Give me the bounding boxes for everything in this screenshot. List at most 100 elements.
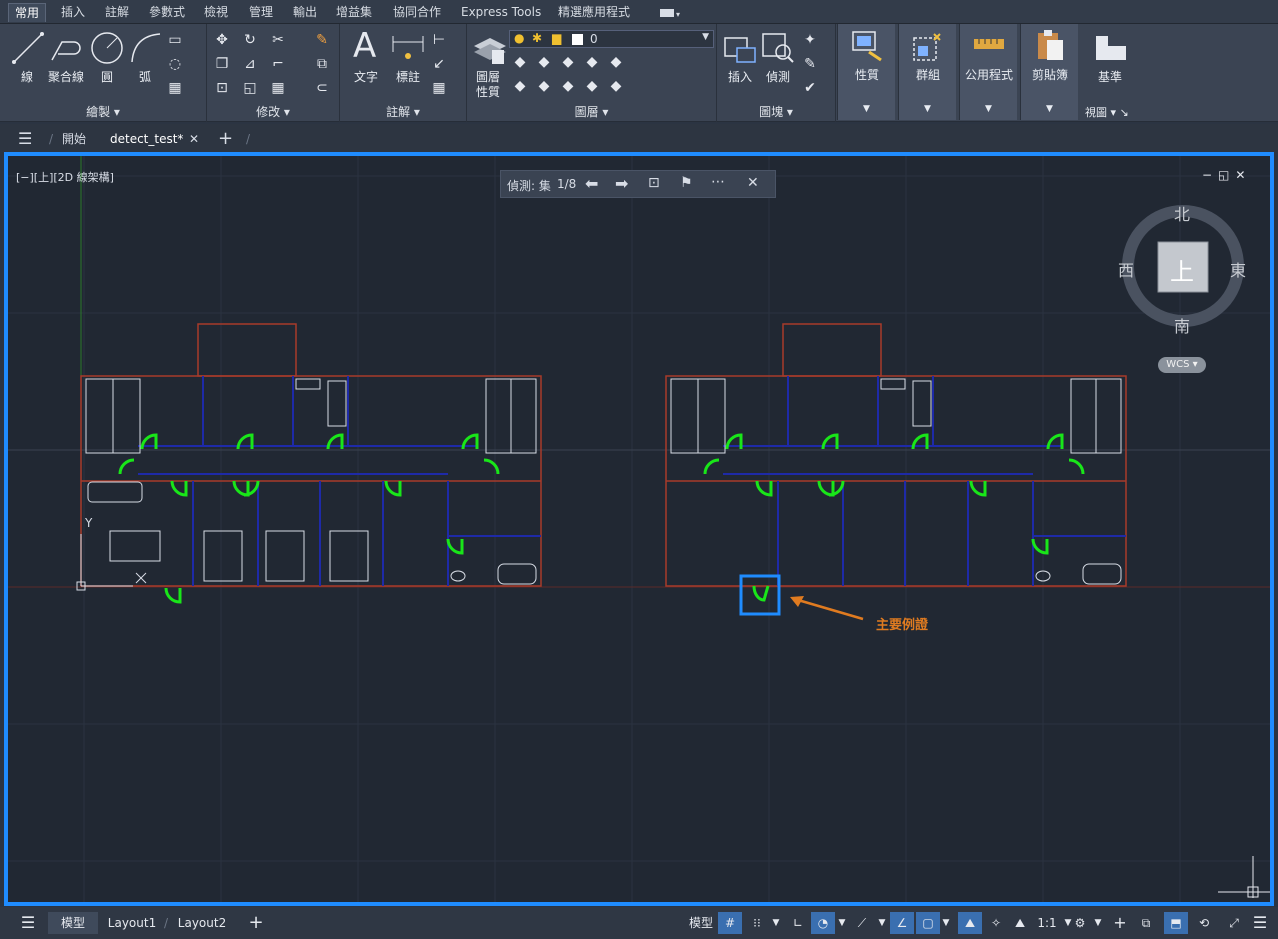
explode-icon[interactable]: ⧉	[313, 56, 331, 74]
auto-scale-icon[interactable]: ✧	[984, 912, 1008, 934]
viewcube-south[interactable]: 南	[1174, 313, 1190, 337]
block-edit-icon[interactable]: ✎	[801, 56, 819, 74]
line-icon[interactable]	[10, 30, 46, 66]
arc-icon[interactable]	[128, 30, 164, 66]
groups-button[interactable]: 群組 ▼	[898, 24, 956, 120]
viewcube-north[interactable]: 北	[1174, 201, 1190, 225]
close-tab-icon[interactable]: ✕	[189, 128, 199, 150]
wcs-dropdown[interactable]: WCS ▾	[1158, 357, 1206, 373]
trim-icon[interactable]: ✂	[269, 32, 287, 50]
offset-icon[interactable]: ⊂	[313, 80, 331, 98]
viewcube-top-face[interactable]: 上	[1170, 252, 1194, 287]
tab-annotate[interactable]: 註解	[99, 3, 135, 22]
snap-icon[interactable]: ⁝⁝	[744, 912, 770, 934]
hamburger-menu-icon[interactable]: ☰	[16, 912, 40, 934]
chevron-down-icon[interactable]: ▼	[836, 912, 848, 934]
viewport-window-controls[interactable]: −◱✕	[1202, 168, 1251, 182]
layer-tool-5-icon[interactable]: ◆	[607, 54, 625, 72]
layer-tool-3-icon[interactable]: ◆	[559, 54, 577, 72]
linear-dim-icon[interactable]: ⊢	[430, 32, 448, 50]
properties-button[interactable]: 性質 ▼	[837, 24, 895, 120]
erase-icon[interactable]: ✎	[313, 32, 331, 50]
annotation-panel-title[interactable]: 註解 ▾	[340, 104, 466, 120]
leader-icon[interactable]: ↙	[430, 56, 448, 74]
line-label[interactable]: 線	[21, 68, 33, 85]
add-layout-button[interactable]: +	[244, 912, 268, 934]
tab-output[interactable]: 輸出	[287, 3, 323, 22]
block-create-icon[interactable]: ✦	[801, 32, 819, 50]
base-label[interactable]: 基準	[1098, 68, 1122, 85]
flag-icon[interactable]: ⚑	[680, 175, 693, 191]
fillet-icon[interactable]: ⌐	[269, 56, 287, 74]
table-icon[interactable]: ▦	[430, 80, 448, 98]
layer-tool-7-icon[interactable]: ◆	[535, 78, 553, 96]
hatch-icon[interactable]: ◌	[166, 56, 184, 74]
file-tab-label[interactable]: detect_test*	[110, 128, 183, 150]
stretch-icon[interactable]: ⊡	[213, 80, 231, 98]
layer-tool-6-icon[interactable]: ◆	[511, 78, 529, 96]
detect-icon[interactable]	[761, 30, 795, 64]
new-tab-button[interactable]: +	[218, 128, 233, 150]
scale-icon[interactable]: ◱	[241, 80, 259, 98]
more-options-icon[interactable]: ⋯	[711, 174, 725, 190]
insert-block-icon[interactable]	[723, 30, 757, 64]
viewport-label[interactable]: [−][上][2D 線架構]	[16, 169, 114, 185]
prev-arrow-icon[interactable]: ⬅	[585, 174, 598, 193]
layout1-tab[interactable]: Layout1	[104, 912, 160, 934]
text-icon[interactable]: A	[353, 26, 376, 66]
rectangle-icon[interactable]: ▭	[166, 32, 184, 50]
chevron-down-icon[interactable]: ▼	[940, 912, 952, 934]
tab-addins[interactable]: 增益集	[330, 3, 378, 22]
hamburger-menu-icon[interactable]: ☰	[18, 128, 32, 150]
draw-panel-title[interactable]: 繪製 ▾	[0, 104, 206, 120]
tab-express-tools[interactable]: Express Tools	[455, 3, 547, 22]
viewcube-west[interactable]: 西	[1118, 257, 1134, 281]
customize-menu-icon[interactable]: ☰	[1248, 912, 1272, 934]
base-view-icon[interactable]	[1094, 34, 1128, 62]
view-panel-title[interactable]: 視圖 ▾ ↘	[1085, 104, 1129, 120]
plus-icon[interactable]: +	[1108, 912, 1132, 934]
modify-panel-title[interactable]: 修改 ▾	[207, 104, 339, 120]
model-tab[interactable]: 模型	[48, 912, 98, 934]
layer-tool-4-icon[interactable]: ◆	[583, 54, 601, 72]
arc-label[interactable]: 弧	[139, 68, 151, 85]
layer-dropdown[interactable]: ● ✱ ▆ 0 ▼	[509, 30, 714, 48]
circle-icon[interactable]	[89, 30, 125, 66]
dimension-icon[interactable]	[390, 32, 426, 64]
layer-tool-2-icon[interactable]: ◆	[535, 54, 553, 72]
text-label[interactable]: 文字	[354, 68, 378, 85]
tab-featured-apps[interactable]: 精選應用程式	[552, 3, 636, 22]
polyline-label[interactable]: 聚合線	[48, 68, 84, 85]
close-icon[interactable]: ✕	[747, 175, 759, 191]
circle-label[interactable]: 圓	[101, 68, 113, 85]
tab-manage[interactable]: 管理	[243, 3, 279, 22]
chevron-down-icon[interactable]: ▼	[1092, 912, 1104, 934]
rotate-icon[interactable]: ↻	[241, 32, 259, 50]
polyline-icon[interactable]	[48, 30, 84, 66]
ortho-icon[interactable]: ∟	[786, 912, 810, 934]
annotation-visibility-icon[interactable]: ⛰	[958, 912, 982, 934]
layout2-tab[interactable]: Layout2	[172, 912, 232, 934]
isodraft-icon[interactable]: ⟋	[850, 912, 874, 934]
graphics-performance-icon[interactable]: ⬒	[1164, 912, 1188, 934]
grid-icon[interactable]: #	[718, 912, 742, 934]
scale-dropdown[interactable]: 1:1	[1032, 912, 1062, 934]
detect-label[interactable]: 偵測	[766, 68, 790, 85]
layers-panel-title[interactable]: 圖層 ▾	[467, 104, 716, 120]
layer-properties-label-2[interactable]: 性質	[476, 83, 500, 100]
annotation-scale-icon[interactable]: ⛰	[1008, 912, 1032, 934]
layer-tool-1-icon[interactable]: ◆	[511, 54, 529, 72]
utilities-button[interactable]: 公用程式 ▼	[959, 24, 1017, 120]
tab-parametric[interactable]: 參數式	[143, 3, 191, 22]
gradient-icon[interactable]: ▦	[166, 80, 184, 98]
layer-tool-8-icon[interactable]: ◆	[559, 78, 577, 96]
array-icon[interactable]: ▦	[269, 80, 287, 98]
drawing-viewport[interactable]: [−][上][2D 線架構] −◱✕ 偵測: 集 1/8 ⬅ ➡ ⊡ ⚑ ⋯ ✕…	[4, 152, 1274, 906]
clipboard-button[interactable]: 剪貼簿 ▼	[1020, 24, 1078, 120]
zoom-to-icon[interactable]: ⊡	[648, 175, 660, 191]
mirror-icon[interactable]: ⊿	[241, 56, 259, 74]
tab-insert[interactable]: 插入	[55, 3, 91, 22]
model-space-toggle[interactable]: 模型	[686, 912, 716, 934]
object-snap-icon[interactable]: ▢	[916, 912, 940, 934]
tab-overflow-button[interactable]: ▾	[654, 3, 686, 22]
